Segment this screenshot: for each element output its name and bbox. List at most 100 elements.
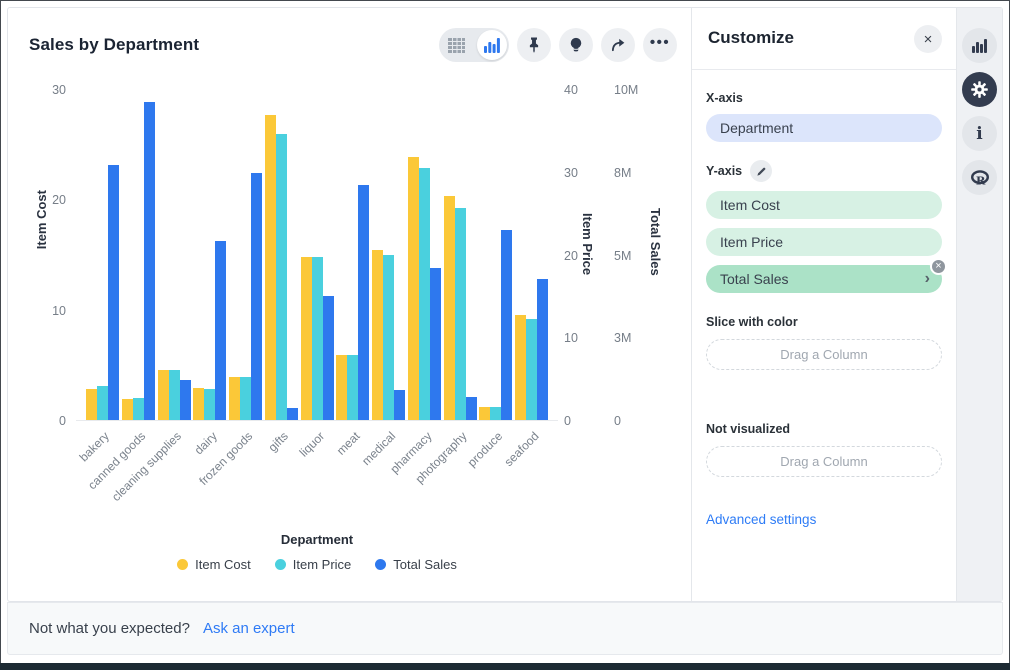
pencil-icon [756, 166, 767, 177]
footer-question: Not what you expected? [29, 620, 190, 637]
x-tick-label: meat [334, 429, 363, 458]
bar[interactable] [276, 134, 287, 420]
bar[interactable] [312, 257, 323, 420]
legend-item[interactable]: Total Sales [375, 557, 457, 572]
bar[interactable] [287, 408, 298, 420]
y-tick-label: 10 [38, 303, 66, 319]
edit-y-axis-button[interactable] [750, 160, 772, 182]
x-tick-label: gifts [266, 429, 291, 454]
legend-item[interactable]: Item Cost [177, 557, 251, 572]
bar[interactable] [240, 377, 251, 420]
close-panel-button[interactable]: × [914, 25, 942, 53]
legend-dot [375, 559, 386, 570]
bar[interactable] [490, 407, 501, 420]
plot-area: Item Cost Item Price Total Sales 3020100… [8, 8, 691, 601]
left-axis-ticks: 3020100 [38, 82, 66, 429]
y-tick-label: 0 [614, 413, 646, 429]
bar[interactable] [347, 355, 358, 420]
bar[interactable] [537, 279, 548, 420]
x-axis-column-pill[interactable]: Department [706, 114, 942, 142]
info-tab-button[interactable]: i [962, 116, 997, 151]
y-tick-label: 40 [564, 82, 590, 98]
chart-tab-button[interactable] [962, 28, 997, 63]
y-tick-label: 30 [38, 82, 66, 98]
bar[interactable] [97, 386, 108, 420]
bar[interactable] [444, 196, 455, 420]
y-axis-pill-total-sales[interactable]: Total Sales › × [706, 265, 942, 293]
bar[interactable] [419, 168, 430, 420]
bar[interactable] [466, 397, 477, 420]
bar[interactable] [336, 355, 347, 420]
sales-axis-ticks: 10M8M5M3M0 [614, 82, 646, 429]
bar[interactable] [479, 407, 490, 420]
pill-label: Item Price [720, 234, 783, 250]
visualization-card: Sales by Department [7, 7, 1003, 602]
bar[interactable] [180, 380, 191, 420]
bar[interactable] [86, 389, 97, 420]
bar[interactable] [229, 377, 240, 420]
bar-group: dairy [193, 90, 226, 420]
customize-panel: Customize × X-axis Department Y-axis Ite… [691, 8, 956, 601]
x-tick-label: liquor [296, 429, 327, 460]
bar-group: produce [479, 90, 512, 420]
remove-column-button[interactable]: × [930, 258, 947, 275]
not-visualized-drop-zone[interactable]: Drag a Column [706, 446, 942, 477]
r-language-tab-button[interactable]: R [962, 160, 997, 195]
bar[interactable] [394, 390, 405, 420]
y-axis-pill-item-cost[interactable]: Item Cost [706, 191, 942, 219]
bar[interactable] [526, 319, 537, 420]
bar-group: gifts [265, 90, 298, 420]
bar[interactable] [133, 398, 144, 420]
footer-bar: Not what you expected? Ask an expert [7, 602, 1003, 655]
bar[interactable] [455, 208, 466, 420]
legend-label: Item Price [293, 557, 352, 572]
y-tick-label: 0 [564, 413, 590, 429]
y-axis-pill-item-price[interactable]: Item Price [706, 228, 942, 256]
bar-group: frozen goods [229, 90, 262, 420]
bar-group: canned goods [122, 90, 155, 420]
bar[interactable] [122, 399, 133, 420]
bar[interactable] [108, 165, 119, 420]
y-axis-section-row: Y-axis [706, 160, 942, 182]
svg-text:R: R [975, 173, 985, 186]
bar[interactable] [158, 370, 169, 420]
settings-tab-button[interactable] [962, 72, 997, 107]
pill-label: Total Sales [720, 271, 788, 287]
y-tick-label: 10M [614, 82, 646, 98]
bar[interactable] [383, 255, 394, 420]
legend-item[interactable]: Item Price [275, 557, 352, 572]
panel-header: Customize × [692, 8, 956, 70]
bar-group: meat [336, 90, 369, 420]
bar[interactable] [372, 250, 383, 420]
panel-title: Customize [708, 28, 794, 48]
bar[interactable] [251, 173, 262, 420]
bar[interactable] [144, 102, 155, 420]
y-tick-label: 30 [564, 165, 590, 181]
bar[interactable] [408, 157, 419, 420]
x-tick-label: seafood [501, 429, 541, 469]
chevron-right-icon[interactable]: › [925, 271, 930, 287]
bar[interactable] [169, 370, 180, 420]
ask-expert-link[interactable]: Ask an expert [203, 620, 295, 637]
bar[interactable] [501, 230, 512, 420]
advanced-settings-link[interactable]: Advanced settings [706, 512, 816, 527]
close-icon: × [924, 32, 933, 47]
bar[interactable] [515, 315, 526, 420]
y-tick-label: 5M [614, 248, 646, 264]
bar[interactable] [204, 389, 215, 420]
bar[interactable] [323, 296, 334, 420]
bar[interactable] [430, 268, 441, 420]
drop-zone-placeholder: Drag a Column [780, 454, 867, 469]
x-tick-label: produce [465, 429, 506, 470]
slice-drop-zone[interactable]: Drag a Column [706, 339, 942, 370]
bar[interactable] [193, 388, 204, 420]
not-visualized-section-label: Not visualized [706, 422, 942, 436]
sales-axis-title: Total Sales [648, 208, 663, 276]
legend-label: Total Sales [393, 557, 457, 572]
bar[interactable] [358, 185, 369, 420]
pill-label: Department [720, 120, 793, 136]
bar[interactable] [265, 115, 276, 420]
bar[interactable] [215, 241, 226, 420]
bar[interactable] [301, 257, 312, 420]
legend-dot [177, 559, 188, 570]
